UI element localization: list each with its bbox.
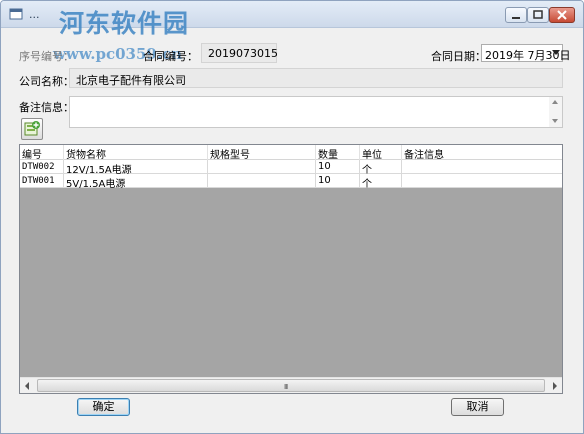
seq-label: 序号编号： bbox=[19, 50, 74, 63]
cell-goods-name[interactable]: 12V/1.5A电源 bbox=[64, 160, 208, 174]
date-label: 合同日期： bbox=[431, 50, 486, 63]
status-bar bbox=[1, 421, 583, 433]
horizontal-scrollbar[interactable]: III bbox=[20, 377, 562, 393]
scroll-left-icon[interactable] bbox=[20, 378, 36, 393]
table-row[interactable]: DTW001 5V/1.5A电源 10 个 bbox=[20, 174, 562, 188]
maximize-button[interactable] bbox=[527, 7, 549, 23]
cell-memo[interactable] bbox=[402, 160, 562, 174]
ok-button[interactable]: 确定 bbox=[77, 398, 130, 416]
memo-label: 备注信息： bbox=[19, 101, 74, 114]
contract-dialog: ... 河东软件园 www.pc0359.cn 序号编号： 合同编号： 2019… bbox=[0, 0, 584, 434]
scroll-down-icon[interactable] bbox=[552, 119, 558, 123]
col-header-qty[interactable]: 数量 bbox=[316, 145, 360, 160]
scrollbar-thumb[interactable]: III bbox=[37, 379, 545, 392]
scrollbar-grip: III bbox=[284, 383, 288, 391]
col-header-spec[interactable]: 规格型号 bbox=[208, 145, 316, 160]
col-header-goods-name[interactable]: 货物名称 bbox=[64, 145, 208, 160]
col-header-code[interactable]: 编号 bbox=[20, 145, 64, 160]
cell-unit[interactable]: 个 bbox=[360, 174, 402, 188]
cell-code[interactable]: DTW001 bbox=[20, 174, 64, 188]
contract-date-picker[interactable]: 2019年 7月30日 bbox=[481, 44, 571, 62]
chevron-down-icon[interactable] bbox=[552, 50, 560, 55]
company-field[interactable]: 北京电子配件有限公司 bbox=[69, 68, 563, 88]
add-row-icon bbox=[24, 121, 40, 136]
document-icon bbox=[9, 8, 23, 20]
close-button[interactable] bbox=[549, 7, 575, 23]
close-icon bbox=[557, 10, 567, 20]
cell-qty[interactable]: 10 bbox=[316, 174, 360, 188]
cell-qty[interactable]: 10 bbox=[316, 160, 360, 174]
company-label: 公司名称： bbox=[19, 75, 74, 88]
cell-code[interactable]: DTW002 bbox=[20, 160, 64, 174]
cell-spec[interactable] bbox=[208, 174, 316, 188]
memo-textarea[interactable] bbox=[69, 96, 563, 128]
minimize-button[interactable] bbox=[505, 7, 527, 23]
watermark-logo: 河东软件园 bbox=[59, 9, 190, 38]
cell-goods-name[interactable]: 5V/1.5A电源 bbox=[64, 174, 208, 188]
cell-memo[interactable] bbox=[402, 174, 562, 188]
title-bar[interactable]: ... 河东软件园 bbox=[1, 1, 583, 38]
memo-scrollbar[interactable] bbox=[549, 97, 562, 127]
goods-table[interactable]: 编号 货物名称 规格型号 数量 单位 备注信息 DTW002 12V/1.5A电… bbox=[19, 144, 563, 394]
table-row[interactable]: DTW002 12V/1.5A电源 10 个 bbox=[20, 160, 562, 174]
window-title: ... bbox=[29, 8, 40, 21]
scroll-up-icon[interactable] bbox=[552, 100, 558, 104]
table-header: 编号 货物名称 规格型号 数量 单位 备注信息 bbox=[20, 145, 562, 160]
col-header-unit[interactable]: 单位 bbox=[360, 145, 402, 160]
contract-no-label: 合同编号： bbox=[143, 50, 198, 63]
add-row-button[interactable] bbox=[21, 118, 43, 140]
cancel-button[interactable]: 取消 bbox=[451, 398, 504, 416]
maximize-icon bbox=[533, 10, 543, 19]
cell-unit[interactable]: 个 bbox=[360, 160, 402, 174]
col-header-memo[interactable]: 备注信息 bbox=[402, 145, 562, 160]
cell-spec[interactable] bbox=[208, 160, 316, 174]
contract-no-field[interactable]: 2019073015 bbox=[201, 43, 278, 63]
minimize-icon bbox=[512, 17, 520, 19]
scroll-right-icon[interactable] bbox=[546, 378, 562, 393]
